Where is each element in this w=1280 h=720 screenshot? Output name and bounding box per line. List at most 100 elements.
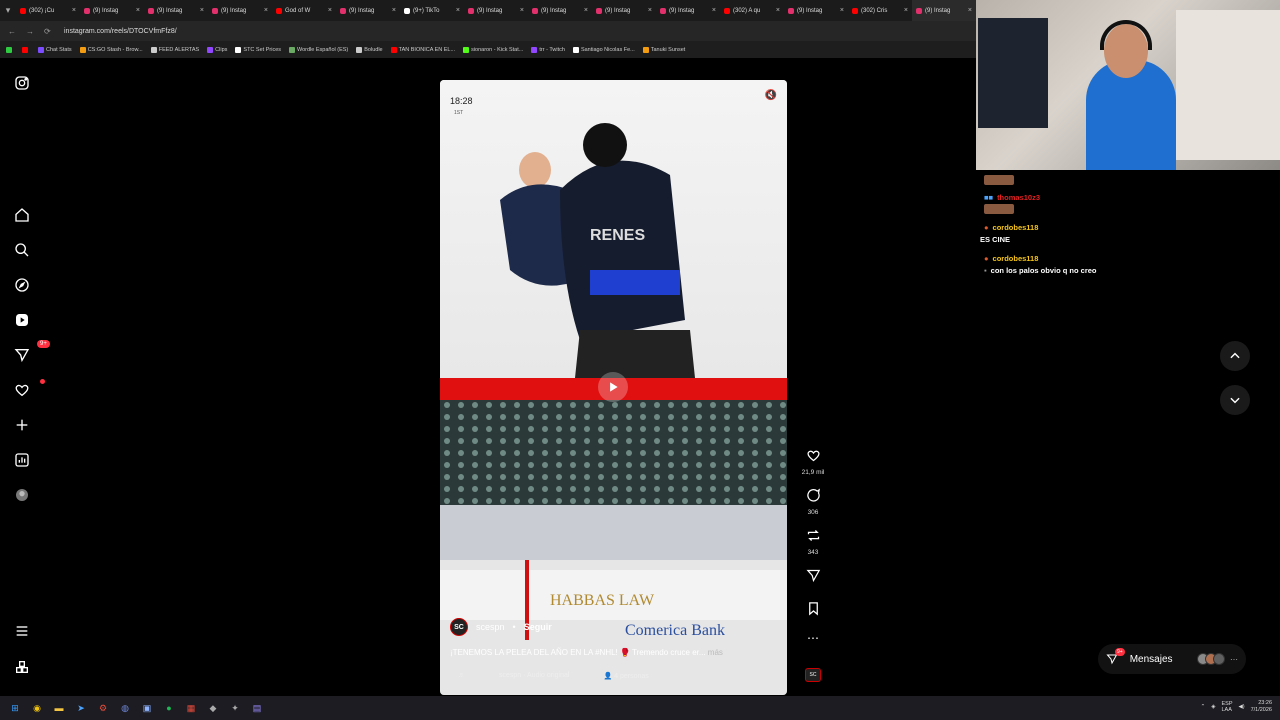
more-icon[interactable]: ⋯ <box>1230 655 1238 664</box>
caption-more-link[interactable]: más <box>708 648 723 657</box>
dashboard-icon[interactable] <box>13 451 31 469</box>
tab-search-icon[interactable]: ▾ <box>0 5 16 16</box>
chrome-icon[interactable]: ◉ <box>30 701 44 715</box>
tab-close-icon[interactable]: × <box>454 7 460 14</box>
search-icon[interactable] <box>13 241 31 259</box>
bookmark-item[interactable]: Chat Stats <box>38 46 72 53</box>
address-bar[interactable]: instagram.com/reels/DTOCVfmFfz8/ <box>64 28 177 35</box>
app-icon[interactable]: ▦ <box>184 701 198 715</box>
app-icon[interactable]: ➤ <box>74 701 88 715</box>
more-menu-icon[interactable] <box>13 622 31 640</box>
app-icon[interactable]: ◆ <box>206 701 220 715</box>
bookmark-item[interactable] <box>6 46 14 53</box>
bookmark-item[interactable]: Tanuki Sunset <box>642 46 685 53</box>
settings-icon[interactable]: ⚙ <box>96 701 110 715</box>
browser-tab[interactable]: (9) Instag × <box>784 0 848 21</box>
tab-close-icon[interactable]: × <box>518 7 524 14</box>
play-icon[interactable] <box>598 372 628 402</box>
tab-close-icon[interactable]: × <box>326 7 332 14</box>
app-icon[interactable]: ▤ <box>250 701 264 715</box>
bookmark-item[interactable]: Boludle <box>356 46 383 53</box>
chevron-up-icon[interactable]: ⌃ <box>1201 704 1206 710</box>
profile-avatar[interactable] <box>13 486 31 504</box>
tab-close-icon[interactable]: × <box>262 7 268 14</box>
bookmark-item[interactable]: Wordle Español (ES) <box>289 46 348 53</box>
tab-close-icon[interactable]: × <box>198 7 204 14</box>
reel-video[interactable]: RENES 18:28 1ST 🔇 HABBAS LAW Comerica Ba… <box>440 80 787 695</box>
audio-thumbnail[interactable]: SC <box>805 668 821 682</box>
audio-label[interactable]: scespn · Audio original <box>499 672 569 680</box>
bookmark-item[interactable]: STC Set Prices <box>235 46 281 53</box>
browser-tab[interactable]: (302) Cris × <box>848 0 912 21</box>
comment-icon[interactable] <box>806 488 821 503</box>
bookmark-item[interactable]: sionaron - Kick Stat... <box>463 46 523 53</box>
author-avatar[interactable]: SC <box>450 618 468 636</box>
like-action[interactable]: 21,9 mil <box>798 448 828 476</box>
browser-tab[interactable]: (9) Instag × <box>144 0 208 21</box>
notifications-icon[interactable] <box>13 379 45 399</box>
tab-close-icon[interactable]: × <box>966 7 972 14</box>
bookmark-icon[interactable] <box>806 601 821 616</box>
browser-tab[interactable]: (9+) TikTo × <box>400 0 464 21</box>
browser-tab[interactable]: (9) Instag × <box>80 0 144 21</box>
previous-reel-button[interactable] <box>1220 341 1250 371</box>
comment-action[interactable]: 306 <box>798 488 828 516</box>
app-icon[interactable]: ✦ <box>228 701 242 715</box>
repost-action[interactable]: 343 <box>798 528 828 556</box>
browser-tab[interactable]: (302) ¡Cu × <box>16 0 80 21</box>
discord-icon[interactable]: ◍ <box>118 701 132 715</box>
home-icon[interactable] <box>13 206 31 224</box>
reels-icon[interactable] <box>13 311 31 329</box>
browser-tab[interactable]: (9) Instag × <box>464 0 528 21</box>
app-icon[interactable]: ▣ <box>140 701 154 715</box>
share-action[interactable] <box>798 568 828 588</box>
browser-tab[interactable]: (9) Instag × <box>208 0 272 21</box>
bookmark-item[interactable]: FEED ALERTAS <box>150 46 199 53</box>
file-explorer-icon[interactable]: ▬ <box>52 701 66 715</box>
tab-close-icon[interactable]: × <box>838 7 844 14</box>
tab-close-icon[interactable]: × <box>710 7 716 14</box>
bookmark-item[interactable]: TAN BIONICA EN EL... <box>390 46 455 53</box>
lang-indicator[interactable]: ESP LAA <box>1222 701 1233 713</box>
mute-icon[interactable]: 🔇 <box>765 90 777 101</box>
windows-start-icon[interactable]: ⊞ <box>8 701 22 715</box>
author-name[interactable]: scespn <box>476 622 505 632</box>
network-icon[interactable]: ◈ <box>1211 704 1215 710</box>
browser-tab[interactable]: (9) Instag × <box>912 0 976 21</box>
spotify-icon[interactable]: ● <box>162 701 176 715</box>
heart-icon[interactable] <box>806 448 821 463</box>
forward-icon[interactable]: → <box>26 27 34 36</box>
bookmark-item[interactable]: trr - Twitch <box>531 46 565 53</box>
create-icon[interactable] <box>13 416 31 434</box>
clock[interactable]: 23:26 7/1/2026 <box>1251 700 1272 714</box>
also-from-meta-icon[interactable] <box>13 658 31 676</box>
follow-button[interactable]: Seguir <box>524 622 552 632</box>
browser-tab[interactable]: (9) Instag × <box>528 0 592 21</box>
volume-icon[interactable]: ◀) <box>1239 704 1245 710</box>
tab-close-icon[interactable]: × <box>582 7 588 14</box>
explore-icon[interactable] <box>13 276 31 294</box>
tab-close-icon[interactable]: × <box>646 7 652 14</box>
next-reel-button[interactable] <box>1220 385 1250 415</box>
bookmark-item[interactable] <box>22 46 30 53</box>
back-icon[interactable]: ← <box>8 27 16 36</box>
bookmark-item[interactable]: CS:GO Stash - Brow... <box>79 46 143 53</box>
people-tag[interactable]: 👤 4 personas <box>603 672 648 680</box>
more-options-icon[interactable]: ⋯ <box>798 632 828 644</box>
browser-tab[interactable]: (9) Instag × <box>656 0 720 21</box>
browser-tab[interactable]: (302) A qu × <box>720 0 784 21</box>
messages-icon[interactable]: 9+ <box>13 340 50 364</box>
reload-icon[interactable]: ⟳ <box>44 27 51 36</box>
bookmark-item[interactable]: Santiago Nicolas Fe... <box>572 46 635 53</box>
share-icon[interactable] <box>805 568 821 583</box>
save-action[interactable] <box>798 601 828 621</box>
browser-tab[interactable]: (9) Instag × <box>336 0 400 21</box>
tab-close-icon[interactable]: × <box>70 7 76 14</box>
bookmark-item[interactable]: Clips <box>207 46 227 53</box>
tab-close-icon[interactable]: × <box>390 7 396 14</box>
instagram-logo-icon[interactable] <box>13 74 31 92</box>
tab-close-icon[interactable]: × <box>134 7 140 14</box>
repost-icon[interactable] <box>806 528 821 543</box>
browser-tab[interactable]: God of W × <box>272 0 336 21</box>
messages-button[interactable]: 9+ Mensajes ⋯ <box>1098 644 1246 674</box>
